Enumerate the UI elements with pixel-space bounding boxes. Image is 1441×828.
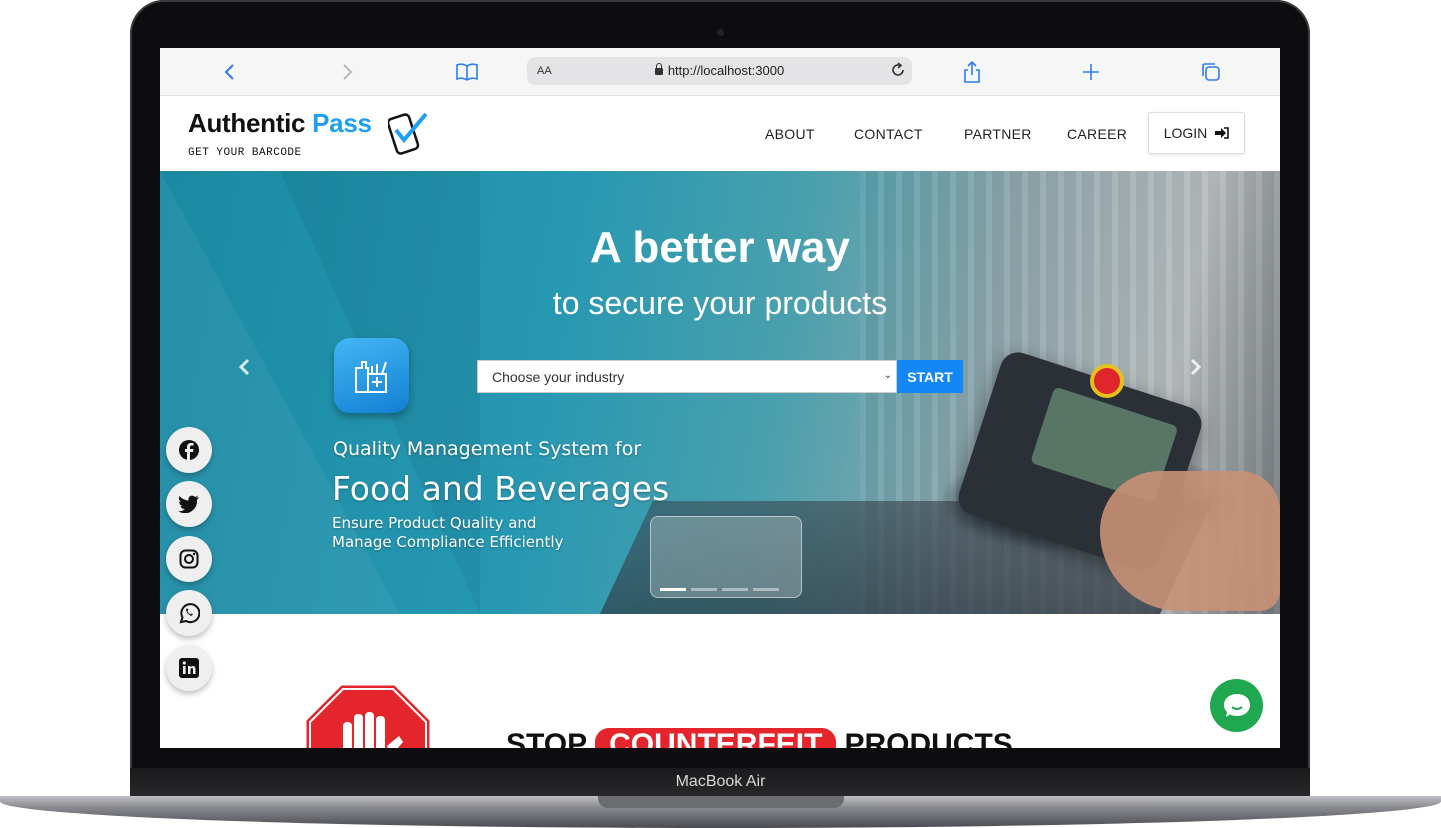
carousel-prev[interactable] xyxy=(238,356,250,382)
nav-career[interactable]: CAREER xyxy=(1067,126,1127,142)
address-bar[interactable]: AA http://localhost:3000 xyxy=(527,57,912,85)
instagram-icon xyxy=(179,549,199,569)
nav-about[interactable]: ABOUT xyxy=(765,126,815,142)
login-label: LOGIN xyxy=(1163,125,1208,141)
qms-label: Quality Management System for xyxy=(333,438,642,460)
phone-check-icon xyxy=(388,112,428,155)
bookmarks-button[interactable] xyxy=(453,58,481,86)
chevron-right-icon xyxy=(343,64,353,80)
carousel-indicators xyxy=(660,588,779,591)
reload-button[interactable] xyxy=(890,62,906,83)
chevron-left-icon xyxy=(238,358,250,376)
twitter-button[interactable] xyxy=(166,481,212,527)
laptop-notch xyxy=(598,796,844,808)
login-button[interactable]: LOGIN xyxy=(1148,112,1245,154)
chat-bubble-icon xyxy=(1223,693,1250,717)
plus-icon xyxy=(1083,64,1099,80)
bottle-box-icon xyxy=(354,360,387,393)
heading-stop: STOP xyxy=(506,728,588,748)
share-button[interactable] xyxy=(958,58,986,86)
screen: AA http://localhost:3000 Authentic Pass … xyxy=(160,48,1280,748)
url-text: http://localhost:3000 xyxy=(667,63,785,78)
food-beverage-icon xyxy=(334,338,409,413)
carousel-next[interactable] xyxy=(1190,356,1202,382)
facebook-button[interactable] xyxy=(166,427,212,473)
camera xyxy=(717,29,724,36)
url-display: http://localhost:3000 xyxy=(527,63,912,78)
whatsapp-button[interactable] xyxy=(166,590,212,636)
heading-products: PRODUCTS xyxy=(844,728,1013,748)
book-icon xyxy=(456,63,478,81)
lock-icon xyxy=(654,63,663,75)
hero-title: A better way xyxy=(589,223,850,272)
blurb-line-2: Manage Compliance Efficiently xyxy=(332,533,564,551)
back-button[interactable] xyxy=(215,58,243,86)
chevron-down-icon: ⌄ xyxy=(883,370,892,381)
hero-carousel: A better way to secure your products Cho… xyxy=(160,171,1280,614)
whatsapp-icon xyxy=(179,603,200,624)
industry-blurb: Ensure Product Quality and Manage Compli… xyxy=(332,514,563,552)
linkedin-button[interactable] xyxy=(166,645,212,691)
browser-toolbar: AA http://localhost:3000 xyxy=(160,48,1280,96)
twitter-icon xyxy=(178,495,199,513)
carousel-indicator[interactable] xyxy=(691,588,717,591)
logo[interactable]: Authentic Pass xyxy=(188,108,372,139)
forward-button[interactable] xyxy=(334,58,362,86)
tabs-button[interactable] xyxy=(1197,58,1225,86)
logo-accent: Pass xyxy=(312,108,372,138)
nav-partner[interactable]: PARTNER xyxy=(964,126,1032,142)
reload-icon xyxy=(892,62,904,76)
start-button[interactable]: START xyxy=(897,360,963,393)
industry-title: Food and Beverages xyxy=(332,469,670,508)
chat-button[interactable] xyxy=(1210,679,1263,732)
industry-select-value: Choose your industry xyxy=(492,369,625,385)
new-tab-button[interactable] xyxy=(1077,58,1105,86)
instagram-button[interactable] xyxy=(166,536,212,582)
device-label: MacBook Air xyxy=(675,773,766,790)
tabs-icon xyxy=(1202,63,1220,81)
industry-select[interactable]: Choose your industry ⌄ xyxy=(477,360,897,393)
blurb-line-1: Ensure Product Quality and xyxy=(332,514,537,532)
facebook-icon xyxy=(179,440,199,460)
carousel-indicator[interactable] xyxy=(722,588,748,591)
nav-contact[interactable]: CONTACT xyxy=(854,126,923,142)
emergency-stop-image xyxy=(1090,364,1124,398)
hero-subtitle: to secure your products xyxy=(552,285,888,321)
stop-hand-icon xyxy=(303,684,433,748)
chevron-right-icon xyxy=(1190,358,1202,376)
stop-counterfeit-heading: STOP COUNTERFEIT PRODUCTS xyxy=(506,728,1013,748)
food-tray-image xyxy=(650,516,802,598)
logo-main: Authentic xyxy=(188,108,306,138)
logo-tagline: GET YOUR BARCODE xyxy=(188,147,302,159)
hand-image xyxy=(1100,471,1280,611)
sign-in-icon xyxy=(1215,127,1230,139)
carousel-indicator[interactable] xyxy=(753,588,779,591)
share-icon xyxy=(964,61,980,83)
chevron-left-icon xyxy=(224,64,234,80)
heading-counterfeit: COUNTERFEIT xyxy=(595,728,837,748)
carousel-indicator[interactable] xyxy=(660,588,686,591)
linkedin-icon xyxy=(179,658,199,678)
site-header: Authentic Pass GET YOUR BARCODE ABOUT CO… xyxy=(160,96,1280,171)
